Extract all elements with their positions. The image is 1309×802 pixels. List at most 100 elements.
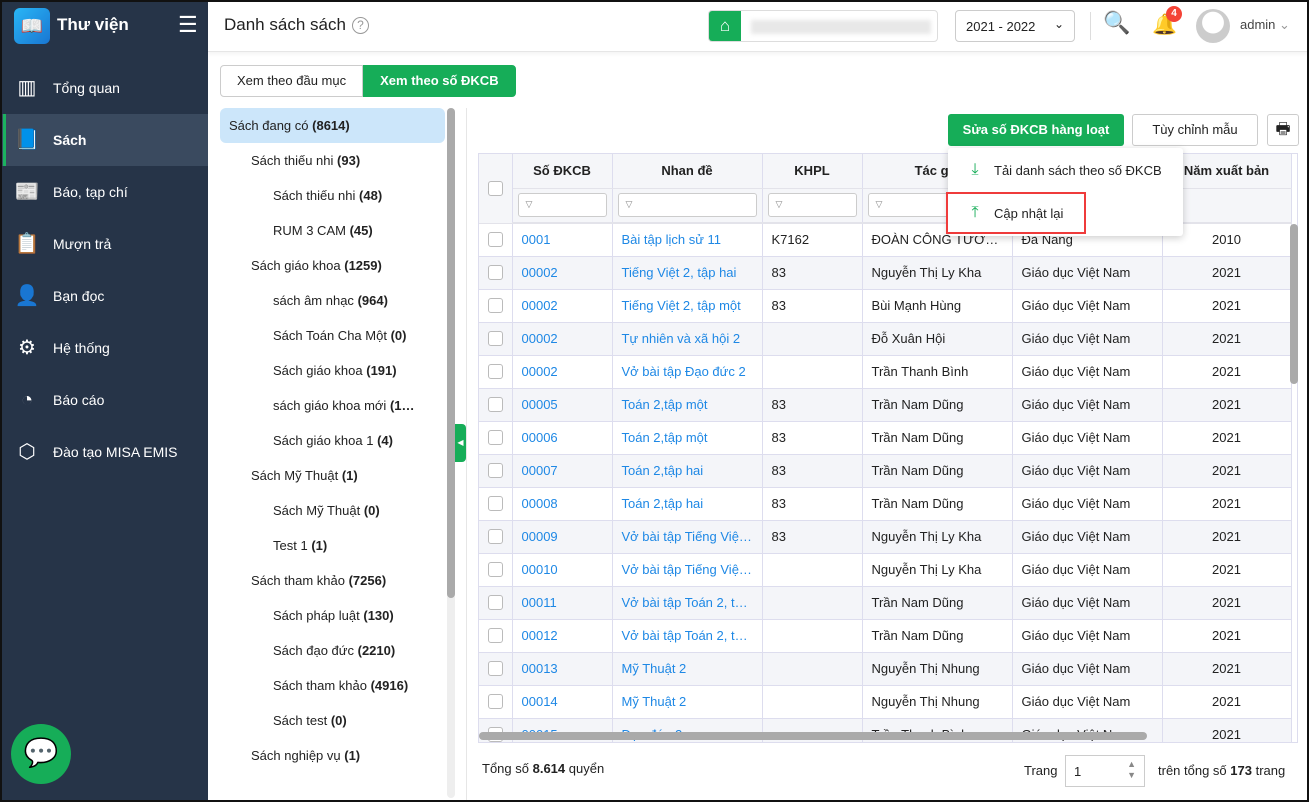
title-cell[interactable]: Toán 2,tập hai [612, 454, 763, 488]
title-cell[interactable]: Vở bài tập Tiếng Việt 2 [612, 553, 763, 587]
sidebar-item[interactable]: 📰 Báo, tạp chí [0, 166, 208, 218]
dkcb-cell[interactable]: 00002 [512, 355, 613, 389]
filter-input[interactable]: ▽ [517, 193, 607, 218]
tree-node[interactable]: Sách đang có (8614) [220, 108, 445, 143]
title-cell[interactable]: Toán 2,tập hai [612, 487, 763, 521]
column-header[interactable]: KHPL [762, 154, 863, 189]
title-cell[interactable]: Mỹ Thuật 2 [612, 652, 763, 686]
title-cell[interactable]: Vở bài tập Tiếng Việt 2 [612, 520, 763, 554]
collapse-panel-button[interactable]: ◀ [455, 424, 466, 462]
title-cell[interactable]: Toán 2,tập một [612, 388, 763, 422]
table-row[interactable]: 00007 Toán 2,tập hai 83 Trần Nam Dũng Giáo d… [479, 454, 1292, 488]
select-all-checkbox[interactable] [487, 180, 503, 196]
page-number-input[interactable]: 1 ▲ ▼ [1065, 755, 1145, 787]
menu-item-download-list[interactable]: ⤓ Tải danh sách theo số ĐKCB [948, 148, 1183, 192]
title-cell[interactable]: Tự nhiên và xã hội 2 [612, 322, 763, 356]
search-analytics-icon[interactable]: 🔍 [1103, 10, 1130, 36]
dkcb-cell[interactable]: 00005 [512, 388, 613, 422]
column-header[interactable]: Số ĐKCB [512, 154, 613, 189]
dkcb-cell[interactable]: 00002 [512, 256, 613, 290]
tree-node[interactable]: Sách giáo khoa (1259) [220, 248, 445, 283]
filter-input[interactable]: ▽ [617, 193, 757, 218]
table-row[interactable]: 00002 Tiếng Việt 2, tập hai 83 Nguyễn Thị L… [479, 256, 1292, 290]
dkcb-cell[interactable]: 0001 [512, 223, 613, 257]
sidebar-item[interactable]: ⚙ Hệ thống [0, 322, 208, 374]
page-stepper-icon[interactable]: ▲ ▼ [1127, 759, 1136, 781]
tree-node[interactable]: Sách giáo khoa 1 (4) [220, 423, 445, 458]
title-cell[interactable]: Tiếng Việt 2, tập một [612, 289, 763, 323]
menu-item-update[interactable]: ⤒ Cập nhật lại [946, 192, 1086, 234]
sidebar-item[interactable]: ▥ Tổng quan [0, 62, 208, 114]
tree-scrollbar[interactable] [447, 108, 455, 798]
dkcb-cell[interactable]: 00013 [512, 652, 613, 686]
avatar[interactable] [1196, 9, 1230, 43]
title-cell[interactable]: Vở bài tập Toán 2, tập một [612, 586, 763, 620]
sidebar-item[interactable]: ◔ Báo cáo [0, 374, 208, 426]
table-row[interactable]: 00002 Vở bài tập Đạo đức 2 Trần Thanh Bình… [479, 355, 1292, 389]
table-row[interactable]: 00013 Mỹ Thuật 2 Nguyễn Thị Nhung Giáo dục … [479, 652, 1292, 686]
tree-node[interactable]: Sách tham khảo (7256) [220, 563, 445, 598]
chat-support-button[interactable]: 💬 [11, 724, 71, 784]
tree-node[interactable]: RUM 3 CAM (45) [220, 213, 445, 248]
dkcb-cell[interactable]: 00010 [512, 553, 613, 587]
row-checkbox[interactable] [488, 463, 503, 478]
school-selector[interactable]: ⌂ [708, 10, 938, 42]
dkcb-cell[interactable]: 00007 [512, 454, 613, 488]
table-vertical-scrollbar[interactable] [1290, 222, 1298, 736]
row-checkbox[interactable] [488, 628, 503, 643]
title-cell[interactable]: Toán 2,tập một [612, 421, 763, 455]
school-year-select[interactable]: 2021 - 2022 ⌄ [955, 10, 1075, 42]
menu-toggle-icon[interactable]: ☰ [178, 12, 198, 38]
row-checkbox[interactable] [488, 496, 503, 511]
tree-node[interactable]: Sách Mỹ Thuật (1) [220, 458, 445, 493]
row-checkbox[interactable] [488, 595, 503, 610]
row-checkbox[interactable] [488, 529, 503, 544]
row-checkbox[interactable] [488, 331, 503, 346]
table-row[interactable]: 00005 Toán 2,tập một 83 Trần Nam Dũng Giáo d… [479, 388, 1292, 422]
user-menu[interactable]: admin ⌄ [1240, 17, 1290, 33]
row-checkbox[interactable] [488, 430, 503, 445]
row-checkbox[interactable] [488, 397, 503, 412]
tree-node[interactable]: sách âm nhạc (964) [220, 283, 445, 318]
row-checkbox[interactable] [488, 694, 503, 709]
tree-node[interactable]: Sách thiếu nhi (48) [220, 178, 445, 213]
tree-node[interactable]: Sách Mỹ Thuật (0) [220, 493, 445, 528]
dkcb-cell[interactable]: 00009 [512, 520, 613, 554]
title-cell[interactable]: Mỹ Thuật 2 [612, 685, 763, 719]
tree-node[interactable]: sách giáo khoa mới (1… [220, 388, 445, 423]
row-checkbox[interactable] [488, 232, 503, 247]
row-checkbox[interactable] [488, 265, 503, 280]
title-cell[interactable]: Vở bài tập Đạo đức 2 [612, 355, 763, 389]
tab-by-dkcb[interactable]: Xem theo số ĐKCB [363, 65, 516, 97]
print-icon[interactable]: 🖶 [1267, 114, 1299, 146]
help-icon[interactable]: ? [351, 17, 369, 34]
table-row[interactable]: 00011 Vở bài tập Toán 2, tập một Trần Nam … [479, 586, 1292, 620]
dkcb-cell[interactable]: 00002 [512, 289, 613, 323]
table-row[interactable]: 00008 Toán 2,tập hai 83 Trần Nam Dũng Giáo d… [479, 487, 1292, 521]
table-horizontal-scrollbar[interactable] [479, 732, 1147, 740]
filter-input[interactable]: ▽ [767, 193, 857, 218]
dkcb-cell[interactable]: 00006 [512, 421, 613, 455]
dkcb-cell[interactable]: 00008 [512, 487, 613, 521]
tree-node[interactable]: Sách tham khảo (4916) [220, 668, 445, 703]
title-cell[interactable]: Bài tập lịch sử 11 [612, 223, 763, 257]
customize-template-button[interactable]: Tùy chỉnh mẫu [1132, 114, 1258, 146]
dkcb-cell[interactable]: 00011 [512, 586, 613, 620]
sidebar-item[interactable]: 👤 Bạn đọc [0, 270, 208, 322]
table-row[interactable]: 00006 Toán 2,tập một 83 Trần Nam Dũng Giáo d… [479, 421, 1292, 455]
table-row[interactable]: 00014 Mỹ Thuật 2 Nguyễn Thị Nhung Giáo dục … [479, 685, 1292, 719]
table-row[interactable]: 00002 Tự nhiên và xã hội 2 Đỗ Xuân Hội Giáo… [479, 322, 1292, 356]
tree-node[interactable]: Sách giáo khoa (191) [220, 353, 445, 388]
tree-node[interactable]: Sách đạo đức (2210) [220, 633, 445, 668]
sidebar-item[interactable]: 📋 Mượn trả [0, 218, 208, 270]
table-row[interactable]: 00002 Tiếng Việt 2, tập một 83 Bùi Mạnh Hùn… [479, 289, 1292, 323]
dkcb-cell[interactable]: 00014 [512, 685, 613, 719]
bulk-edit-dkcb-button[interactable]: Sửa số ĐKCB hàng loạt [948, 114, 1124, 146]
sidebar-item[interactable]: ⬡ Đào tạo MISA EMIS [0, 426, 208, 478]
row-checkbox[interactable] [488, 364, 503, 379]
tree-node[interactable]: Test 1 (1) [220, 528, 445, 563]
tree-node[interactable]: Sách Toán Cha Một (0) [220, 318, 445, 353]
tree-node[interactable]: Sách pháp luật (130) [220, 598, 445, 633]
table-row[interactable]: 00009 Vở bài tập Tiếng Việt 2 83 Nguyễn Thị… [479, 520, 1292, 554]
tab-by-category[interactable]: Xem theo đầu mục [220, 65, 364, 97]
